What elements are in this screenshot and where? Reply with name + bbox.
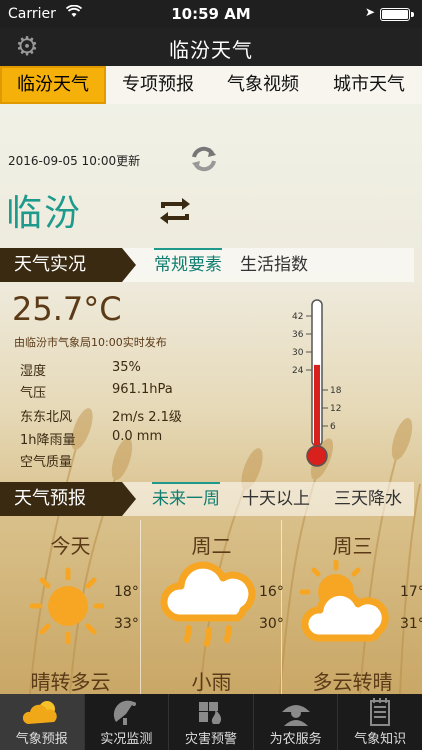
low-temp: 33°: [114, 616, 139, 632]
pressure-label: 气压: [20, 386, 47, 401]
thermo-tick-18: 18: [330, 386, 342, 396]
battery-icon: [380, 8, 414, 21]
high-temp: 17°: [400, 584, 422, 600]
bottom-tab-warning[interactable]: 灾害预警: [169, 694, 254, 750]
nav-bar: ⚙ 临汾天气: [0, 28, 422, 66]
subtab-three-day-rain[interactable]: 三天降水: [334, 482, 402, 516]
bottom-tab-forecast[interactable]: 气象预报: [0, 694, 85, 750]
warning-icon: [198, 702, 222, 724]
pressure-value: 961.1hPa: [112, 382, 173, 397]
weather-desc: 晴转多云: [30, 670, 111, 694]
tab-special-forecast[interactable]: 专项预报: [106, 66, 210, 104]
tab-city-weather[interactable]: 城市天气: [316, 66, 422, 104]
thermo-tick-36: 36: [292, 330, 304, 340]
current-temperature: 25.7°C: [12, 290, 122, 328]
forecast-day-tuesday[interactable]: 周二 16° 30° 小雨: [141, 520, 284, 694]
tab-weather-video[interactable]: 气象视频: [210, 66, 316, 104]
bottom-tab-bar: 气象预报 实况监测 灾害预警 为农服务 气象知识: [0, 694, 422, 750]
forecast-section-bar: 天气预报 未来一周 十天以上 三天降水: [0, 482, 414, 516]
location-arrow-icon: ➤: [365, 5, 376, 19]
thermo-tick-24: 24: [292, 366, 304, 376]
thermo-tick-6: 6: [330, 422, 336, 432]
farmer-icon: [281, 705, 310, 726]
tab-linfen-weather[interactable]: 临汾天气: [0, 66, 106, 104]
wind-value: 2m/s 2.1级: [112, 410, 182, 425]
weather-desc: 小雨: [191, 670, 232, 694]
clock: 10:59 AM: [171, 5, 251, 23]
rain-cloud-icon: [160, 561, 256, 647]
bottom-tab-label: 灾害预警: [184, 732, 237, 747]
bottom-tab-label: 实况监测: [100, 732, 153, 747]
current-section-bar: 天气实况 常规要素 生活指数: [0, 248, 414, 282]
thermometer-level: [314, 364, 320, 450]
subtab-week[interactable]: 未来一周: [152, 482, 220, 516]
air-quality-label: 空气质量: [20, 455, 73, 470]
rainfall-value: 0.0 mm: [112, 429, 163, 444]
page-title: 临汾天气: [169, 38, 253, 62]
humidity-label: 湿度: [20, 364, 47, 379]
forecast-day-wednesday[interactable]: 周三 17° 31° 多云转晴: [282, 520, 422, 694]
bottom-tab-label: 气象知识: [354, 732, 407, 747]
thermo-tick-30: 30: [292, 348, 304, 358]
update-time: 2016-09-05 10:00更新: [8, 154, 141, 168]
high-temp: 16°: [259, 584, 284, 600]
city-name: 临汾: [6, 193, 83, 234]
forecast-section-label: 天气预报: [0, 482, 136, 516]
switch-city-icon[interactable]: [158, 196, 192, 226]
bottom-tab-knowledge[interactable]: 气象知识: [338, 694, 422, 750]
wind-label: 东东北风: [20, 410, 73, 425]
sun-icon: [29, 567, 104, 644]
current-section-label: 天气实况: [0, 248, 136, 282]
weather-desc: 多云转晴: [312, 670, 393, 694]
rainfall-label: 1h降雨量: [20, 433, 76, 448]
top-tabs: 临汾天气 专项预报 气象视频 城市天气: [0, 66, 422, 104]
day-name: 今天: [50, 534, 91, 558]
high-temp: 18°: [114, 584, 139, 600]
bottom-tab-monitoring[interactable]: 实况监测: [85, 694, 170, 750]
subtab-regular-elements[interactable]: 常规要素: [154, 248, 222, 282]
notebook-icon: [370, 698, 391, 726]
source-note: 由临汾市气象局10:00实时发布: [14, 336, 167, 349]
sun-cloud-icon: [299, 560, 389, 642]
subtab-ten-days[interactable]: 十天以上: [242, 482, 310, 516]
forecast-days: 今天 18° 33° 晴转多云 周二 16° 30° 小雨 周三 17° 31°…: [0, 520, 422, 694]
radar-icon: [114, 700, 137, 725]
subtab-life-index[interactable]: 生活指数: [240, 248, 308, 282]
low-temp: 30°: [259, 616, 284, 632]
low-temp: 31°: [400, 616, 422, 632]
status-bar: Carrier 10:59 AM ➤: [0, 0, 422, 28]
thermometer: 42 36 30 24 18 12 6: [292, 299, 342, 467]
day-name: 周二: [191, 534, 232, 558]
bottom-tab-label: 为农服务: [269, 732, 322, 747]
thermo-tick-42: 42: [292, 312, 303, 322]
refresh-icon[interactable]: [190, 146, 218, 172]
day-name: 周三: [332, 534, 373, 558]
bottom-tab-farming[interactable]: 为农服务: [254, 694, 339, 750]
weather-icon: [22, 701, 57, 724]
humidity-value: 35%: [112, 360, 141, 375]
forecast-day-today[interactable]: 今天 18° 33° 晴转多云: [0, 520, 141, 694]
bottom-tab-label: 气象预报: [15, 732, 68, 747]
main-content: 2016-09-05 10:00更新 临汾 天气实况 常规要素 生活指数 25.…: [0, 104, 422, 694]
thermo-tick-12: 12: [330, 404, 341, 414]
